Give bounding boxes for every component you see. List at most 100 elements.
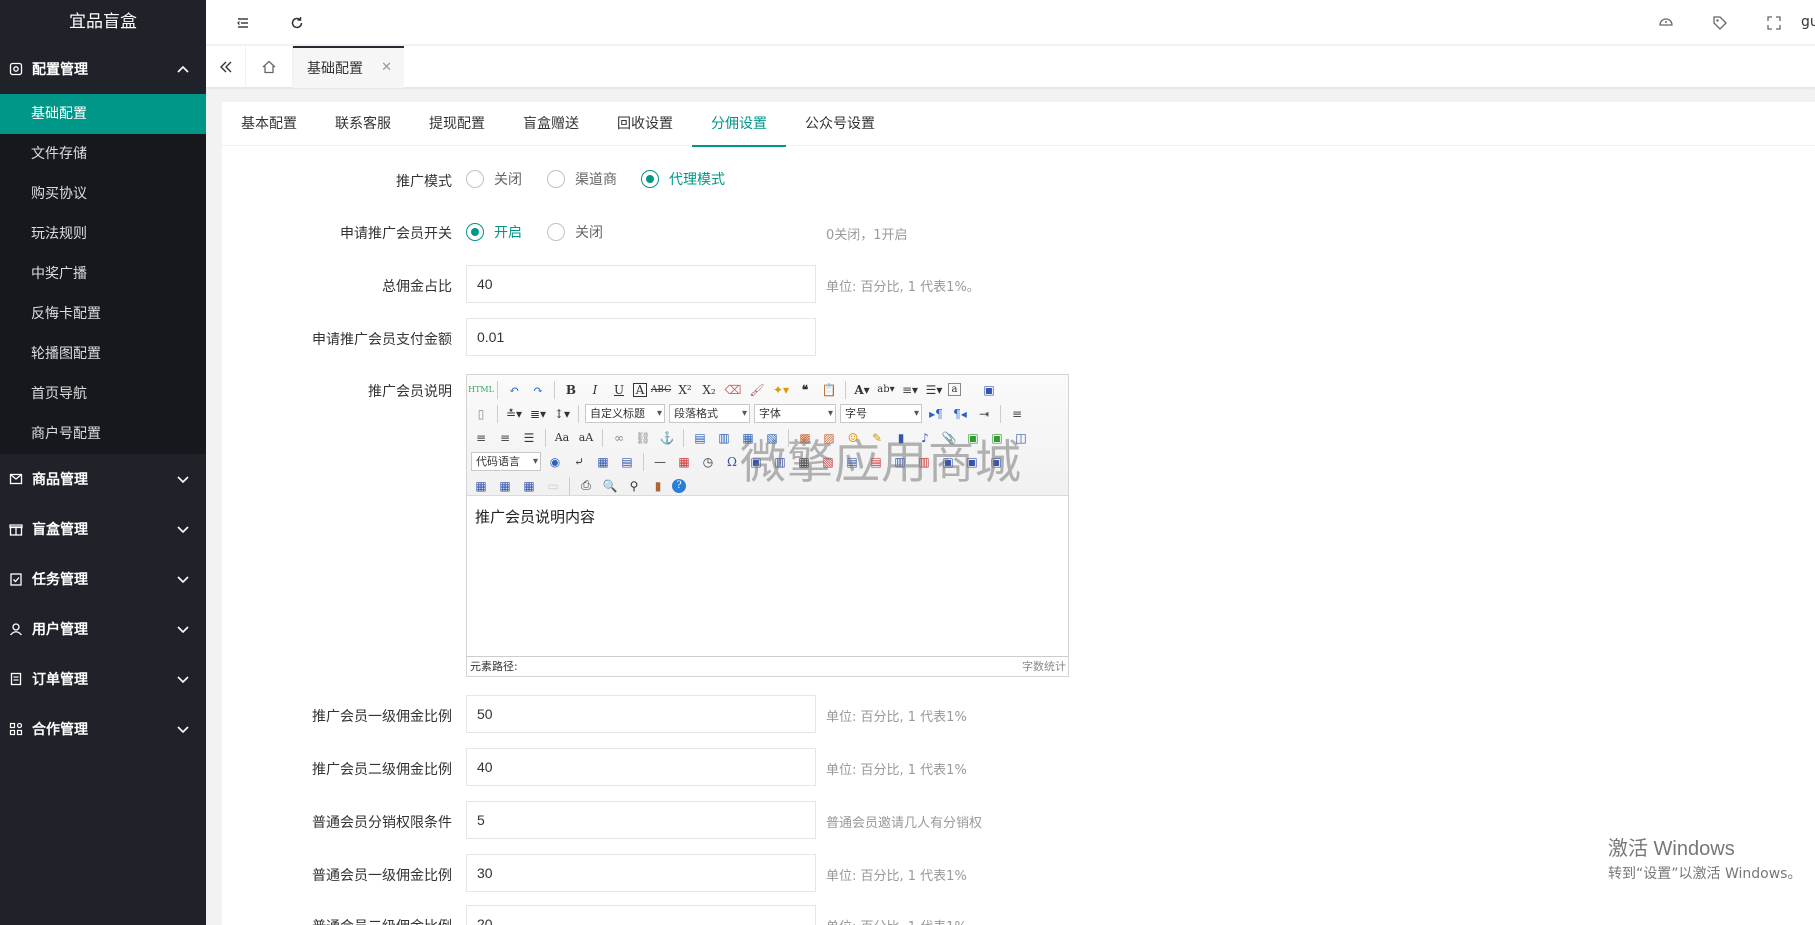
lowercase-icon[interactable]: aA: [576, 428, 596, 448]
format-brush-icon[interactable]: 🖌: [747, 380, 767, 400]
code-language-select[interactable]: 代码语言: [471, 452, 541, 471]
ordered-list-icon[interactable]: ≡▾: [900, 380, 920, 400]
sidebar-item-regret-card[interactable]: 反悔卡配置: [0, 294, 206, 334]
bold-icon[interactable]: B: [561, 380, 581, 400]
delete-row-icon[interactable]: ▤: [866, 452, 886, 472]
nav-order-management[interactable]: 订单管理: [0, 654, 206, 704]
home-tab-button[interactable]: [246, 46, 293, 88]
snap-screen-icon[interactable]: ▣: [746, 452, 766, 472]
horizontal-rule-icon[interactable]: —: [650, 452, 670, 472]
time-icon[interactable]: ◷: [698, 452, 718, 472]
merge-down-icon[interactable]: ▣: [986, 452, 1006, 472]
promo-mode-agent-radio[interactable]: 代理模式: [641, 169, 725, 189]
delete-col-icon[interactable]: ▥: [914, 452, 934, 472]
insert-table-icon[interactable]: ▦: [794, 452, 814, 472]
total-ratio-input[interactable]: 40: [466, 265, 816, 303]
font-size-select[interactable]: 字号: [840, 404, 922, 423]
sidebar-item-basic-config[interactable]: 基础配置: [0, 94, 206, 134]
image-right-icon[interactable]: ▦: [738, 428, 758, 448]
highlight-color-icon[interactable]: ab▾: [876, 380, 896, 400]
auto-format-icon[interactable]: ✦▾: [771, 380, 791, 400]
tab-recycle[interactable]: 回收设置: [598, 102, 692, 146]
custom-title-select[interactable]: 自定义标题: [585, 404, 665, 423]
insert-image-icon[interactable]: ▩: [795, 428, 815, 448]
blockquote-icon[interactable]: ❝: [795, 380, 815, 400]
row-spacing-bottom-icon[interactable]: ≣▾: [528, 404, 548, 424]
promo-mode-off-radio[interactable]: 关闭: [466, 169, 522, 189]
image-center-icon[interactable]: ▧: [762, 428, 782, 448]
apply-switch-on-radio[interactable]: 开启: [466, 222, 522, 242]
split-cells-icon[interactable]: ▦: [471, 476, 491, 496]
indent-icon[interactable]: ⇥: [974, 404, 994, 424]
split-rows-icon[interactable]: ▦: [495, 476, 515, 496]
image-none-icon[interactable]: ▤: [690, 428, 710, 448]
ltr-icon[interactable]: ▸¶: [926, 404, 946, 424]
attachment-icon[interactable]: 📎: [939, 428, 959, 448]
uppercase-icon[interactable]: Aa: [552, 428, 572, 448]
insert-col-icon[interactable]: ▥: [890, 452, 910, 472]
normal-lvl1-input[interactable]: 30: [466, 854, 816, 892]
sidebar-item-win-broadcast[interactable]: 中奖广播: [0, 254, 206, 294]
tag-button[interactable]: [1700, 0, 1740, 45]
image-left-icon[interactable]: ▥: [714, 428, 734, 448]
chart-icon[interactable]: ▭: [543, 476, 563, 496]
nav-blindbox-management[interactable]: 盲盒管理: [0, 504, 206, 554]
align-justify-icon[interactable]: ☰: [519, 428, 539, 448]
eraser-icon[interactable]: ⌫: [723, 380, 743, 400]
superscript-icon[interactable]: X²: [675, 380, 695, 400]
theme-button[interactable]: [1646, 0, 1686, 45]
editor-content[interactable]: 推广会员说明内容: [467, 496, 1068, 655]
font-color-icon[interactable]: A▾: [852, 380, 872, 400]
paste-plain-icon[interactable]: 📋: [819, 380, 839, 400]
date-icon[interactable]: ▦: [674, 452, 694, 472]
user-menu[interactable]: gue: [1793, 0, 1815, 45]
special-chars-icon[interactable]: Ω: [722, 452, 742, 472]
delete-table-icon[interactable]: ▧: [818, 452, 838, 472]
nav-partner-management[interactable]: 合作管理: [0, 704, 206, 754]
tab-withdraw[interactable]: 提现配置: [410, 102, 504, 146]
help-icon[interactable]: ?: [672, 478, 686, 493]
tab-gift[interactable]: 盲盒赠送: [504, 102, 598, 146]
line-height-icon[interactable]: ↕▾: [552, 404, 572, 424]
unordered-list-icon[interactable]: ☰▾: [924, 380, 944, 400]
web-app-icon[interactable]: ◉: [545, 452, 565, 472]
html-source-icon[interactable]: HTML: [468, 380, 494, 400]
sidebar-item-carousel[interactable]: 轮播图配置: [0, 334, 206, 374]
row-spacing-top-icon[interactable]: ≛▾: [504, 404, 524, 424]
emotion-icon[interactable]: ☺: [843, 428, 863, 448]
underline-icon[interactable]: U: [609, 380, 629, 400]
map-icon[interactable]: ▣: [963, 428, 983, 448]
tab-contact[interactable]: 联系客服: [316, 102, 410, 146]
align-center-icon[interactable]: ≡: [471, 428, 491, 448]
new-doc-icon[interactable]: ▯: [471, 404, 491, 424]
font-border-icon[interactable]: A: [633, 382, 647, 397]
print-icon[interactable]: ⎙: [576, 476, 596, 496]
insert-row-icon[interactable]: ▤: [842, 452, 862, 472]
close-icon[interactable]: ✕: [381, 60, 392, 75]
insert-frame-icon[interactable]: ◫: [1011, 428, 1031, 448]
undo-icon[interactable]: ↶: [504, 380, 524, 400]
link-icon[interactable]: ∞: [609, 428, 629, 448]
strikethrough-icon[interactable]: ABC: [651, 380, 671, 400]
sidebar-item-game-rules[interactable]: 玩法规则: [0, 214, 206, 254]
sidebar-item-purchase-agreement[interactable]: 购买协议: [0, 174, 206, 214]
nav-task-management[interactable]: 任务管理: [0, 554, 206, 604]
multi-image-icon[interactable]: ▨: [819, 428, 839, 448]
sidebar-item-merchant[interactable]: 商户号配置: [0, 414, 206, 454]
tab-basic[interactable]: 基本配置: [222, 102, 316, 146]
apply-switch-off-radio[interactable]: 关闭: [547, 222, 603, 242]
subscript-icon[interactable]: X₂: [699, 380, 719, 400]
promo-lvl2-input[interactable]: 40: [466, 748, 816, 786]
refresh-button[interactable]: [277, 0, 317, 45]
merge-cells-icon[interactable]: ▣: [938, 452, 958, 472]
search-replace-icon[interactable]: ⚲: [624, 476, 644, 496]
merge-right-icon[interactable]: ▣: [962, 452, 982, 472]
gmap-icon[interactable]: ▣: [987, 428, 1007, 448]
sidebar-item-home-nav[interactable]: 首页导航: [0, 374, 206, 414]
music-icon[interactable]: ♪: [915, 428, 935, 448]
select-all-icon[interactable]: a: [948, 383, 961, 396]
preview-icon[interactable]: 🔍: [600, 476, 620, 496]
tab-basic-config[interactable]: 基础配置 ✕: [293, 46, 404, 88]
fullscreen-button[interactable]: [1754, 0, 1794, 45]
align-right-icon[interactable]: ≡: [495, 428, 515, 448]
